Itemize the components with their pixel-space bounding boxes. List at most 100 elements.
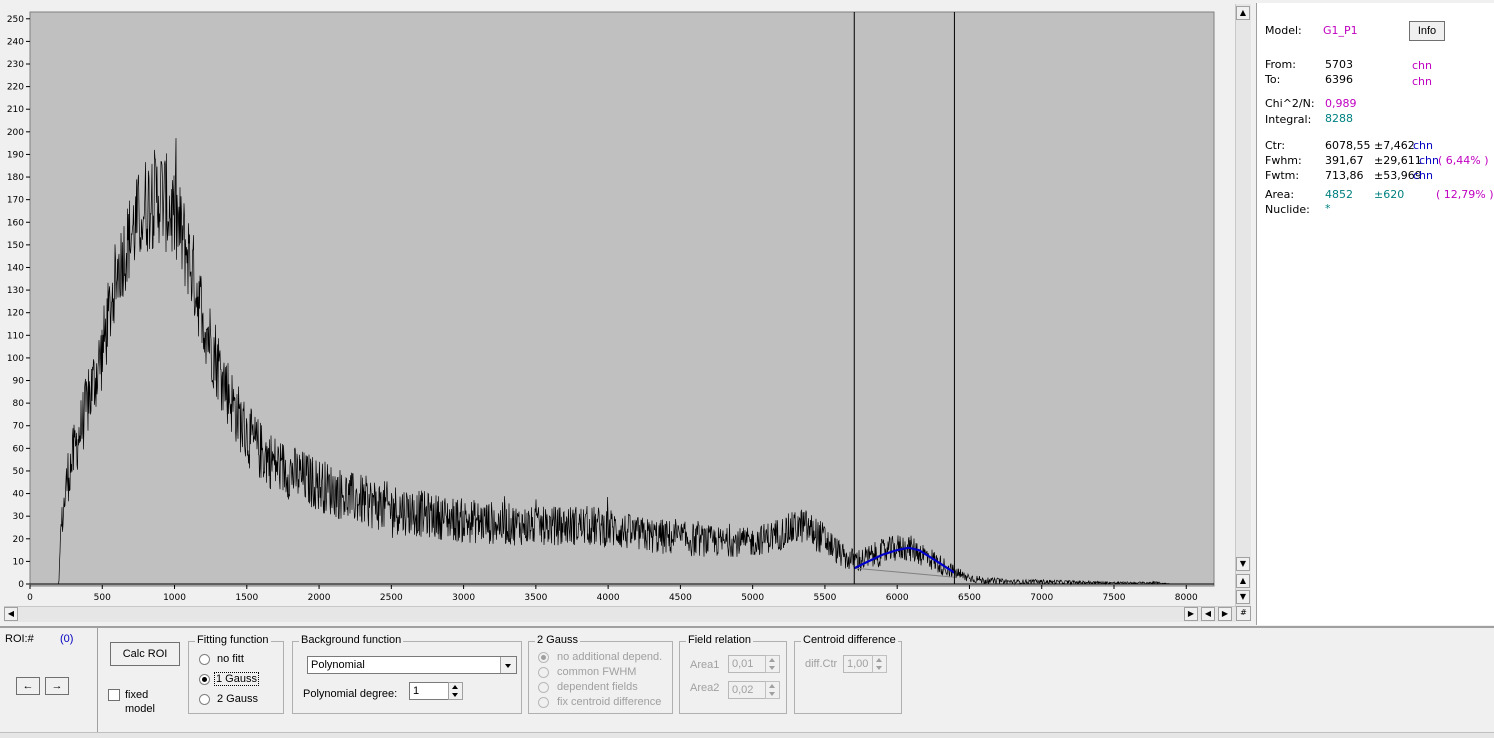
info-button[interactable]: Info [1409,21,1445,41]
zoom-right-icon: ▶ [1221,609,1229,618]
two-gauss-title: 2 Gauss [535,634,580,646]
scroll-corner-button[interactable]: # [1236,606,1251,621]
diff-ctr-input[interactable]: 1,00 [843,655,873,673]
x-tick-label: 5000 [741,593,764,603]
ctr-value: 6078,55 [1325,139,1371,152]
y-tick-label: 200 [7,128,24,138]
from-value: 5703 [1325,58,1353,71]
scroll-down-button[interactable]: ▼ [1236,557,1250,571]
corner-icon: # [1240,608,1247,617]
chi-label: Chi^2/N: [1265,97,1315,110]
polynomial-degree-input[interactable]: 1 [409,682,449,700]
diff-ctr-spinner[interactable] [872,655,887,673]
background-function-group: Background function Polynomial Polynomia… [292,634,522,714]
left-arrow-icon: ← [22,680,34,692]
y-tick-label: 250 [7,15,24,25]
area-value: 4852 [1325,188,1353,201]
zoom-up-button[interactable]: ▲ [1236,574,1250,588]
two-gauss-group: 2 Gauss no additional depend. common FWH… [528,634,673,714]
vertical-scrollbar[interactable]: ▲ ▼ ▲ ▼ [1235,4,1251,606]
field-relation-title: Field relation [686,634,753,646]
common-fwhm-radio[interactable] [538,667,549,678]
y-tick-label: 80 [13,399,25,409]
spin-up-icon [452,685,458,689]
scroll-down-icon: ▼ [1239,559,1247,568]
polynomial-degree-label: Polynomial degree: [303,688,398,700]
prev-roi-button[interactable]: ← [16,677,40,695]
y-tick-label: 0 [18,580,24,590]
x-tick-label: 8000 [1175,593,1198,603]
fix-centroid-difference-label[interactable]: fix centroid difference [557,696,661,708]
fwhm-error: ±29,611 [1374,154,1422,167]
area1-spinner[interactable] [765,655,780,673]
x-tick-label: 0 [27,593,33,603]
diff-ctr-value: 1,00 [847,658,869,670]
one-gauss-radio[interactable] [199,674,210,685]
fix-centroid-difference-radio[interactable] [538,697,549,708]
two-gauss-label[interactable]: 2 Gauss [217,693,258,705]
fwtm-unit: chn [1413,169,1433,182]
area2-value: 0,02 [732,684,754,696]
roi-label: ROI:# [5,633,34,645]
fitting-function-title: Fitting function [195,634,271,646]
no-fitt-label[interactable]: no fitt [217,653,244,665]
centroid-difference-group: Centroid difference diff.Ctr 1,00 [794,634,902,714]
scroll-left-button[interactable]: ◀ [4,607,18,621]
zoom-down-icon: ▼ [1239,592,1247,601]
area2-input[interactable]: 0,02 [728,681,766,699]
ctr-error: ±7,462 [1374,139,1415,152]
one-gauss-label[interactable]: 1 Gauss [214,672,259,686]
area-percent: ( 12,79% ) [1436,188,1494,201]
scroll-up-button[interactable]: ▲ [1236,6,1250,20]
area1-input[interactable]: 0,01 [728,655,766,673]
y-tick-label: 70 [13,422,25,432]
to-label: To: [1265,73,1281,86]
no-additional-depend-radio[interactable] [538,652,549,663]
zoom-down-button[interactable]: ▼ [1236,590,1250,604]
chevron-down-icon [505,664,511,668]
centroid-difference-title: Centroid difference [801,634,898,646]
y-tick-label: 20 [13,535,25,545]
no-fitt-radio[interactable] [199,654,210,665]
area2-spinner[interactable] [765,681,780,699]
scroll-right-button[interactable]: ▶ [1184,607,1198,621]
no-additional-depend-label[interactable]: no additional depend. [557,651,662,663]
x-tick-label: 7500 [1103,593,1126,603]
area-label: Area: [1265,188,1295,201]
select-arrow-button[interactable] [500,657,516,673]
next-roi-button[interactable]: → [45,677,69,695]
y-tick-label: 60 [13,444,25,454]
background-select-value: Polynomial [311,659,365,671]
spin-up-icon [769,684,775,688]
fwhm-label: Fwhm: [1265,154,1302,167]
y-tick-label: 240 [7,37,24,47]
background-function-title: Background function [299,634,404,646]
background-select[interactable]: Polynomial [307,656,517,674]
from-unit: chn [1412,59,1432,72]
roi-panel: ROI:# (0) ← → [0,628,98,732]
integral-value: 8288 [1325,112,1353,125]
y-tick-label: 140 [7,263,24,273]
ctr-unit: chn [1413,139,1433,152]
polynomial-degree-spinner[interactable] [448,682,463,700]
x-tick-label: 2000 [308,593,331,603]
panel-divider [0,626,1494,628]
nuclide-value: * [1325,202,1331,215]
spectrum-plot[interactable]: 0 10 20 30 40 50 60 70 80 90 100 110 120 130 140 150 160… [0,0,1256,626]
zoom-right-button[interactable]: ▶ [1218,607,1232,621]
fixed-model-checkbox[interactable] [108,689,120,701]
plot-area[interactable] [29,11,1215,587]
model-value: G1_P1 [1323,24,1358,37]
common-fwhm-label[interactable]: common FWHM [557,666,636,678]
two-gauss-radio[interactable] [199,694,210,705]
calc-roi-button[interactable]: Calc ROI [110,642,180,666]
dependent-fields-label[interactable]: dependent fields [557,681,638,693]
dependent-fields-radio[interactable] [538,682,549,693]
fwtm-label: Fwtm: [1265,169,1300,182]
spin-down-icon [769,666,775,670]
y-tick-label: 50 [13,467,25,477]
polynomial-degree-value: 1 [413,685,420,697]
x-tick-label: 6000 [886,593,909,603]
horizontal-scrollbar[interactable]: ◀ ▶ ◀ ▶ [4,606,1236,622]
zoom-left-button[interactable]: ◀ [1201,607,1215,621]
